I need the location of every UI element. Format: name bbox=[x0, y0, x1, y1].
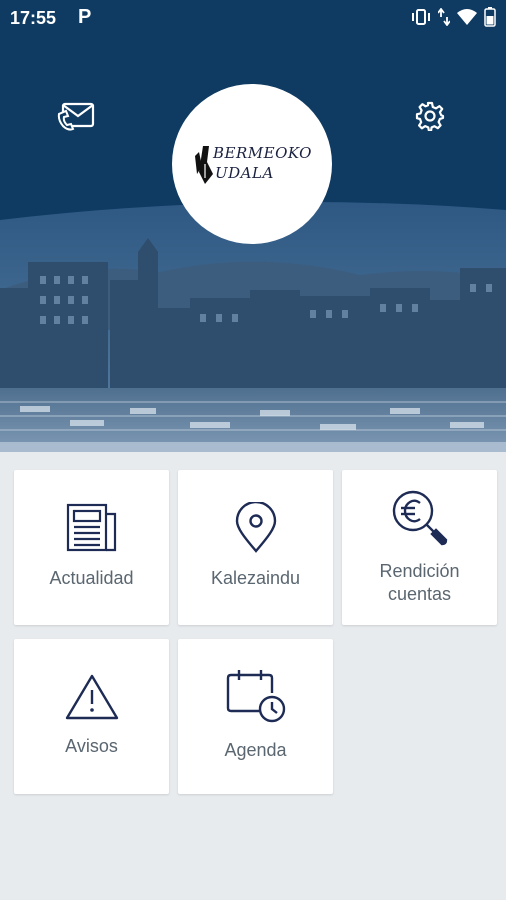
data-arrows-icon bbox=[438, 8, 450, 26]
tile-label: Agenda bbox=[224, 740, 287, 760]
parking-notification-icon: P bbox=[78, 6, 92, 28]
settings-button[interactable] bbox=[405, 93, 455, 143]
logo-emblem-icon bbox=[195, 146, 213, 184]
euro-search-icon bbox=[342, 488, 497, 546]
tile-label: Kalezaindu bbox=[210, 568, 301, 588]
logo-text-line2: UDALA bbox=[215, 164, 274, 182]
wifi-icon bbox=[456, 8, 478, 26]
location-pin-icon bbox=[178, 502, 333, 554]
warning-icon bbox=[14, 673, 169, 721]
tile-label: Actualidad bbox=[49, 568, 134, 588]
contact-button[interactable] bbox=[52, 93, 102, 143]
mail-phone-icon bbox=[57, 100, 97, 137]
tile-label-line1: Rendición bbox=[379, 561, 460, 581]
newspaper-icon bbox=[14, 502, 169, 554]
municipality-logo: BERMEOKO UDALA bbox=[172, 84, 332, 244]
status-bar: 17:55 P bbox=[0, 0, 506, 36]
vibrate-icon bbox=[410, 8, 432, 26]
app-header: 17:55 P BERMEOKO UDALA bbox=[0, 0, 506, 452]
battery-icon bbox=[484, 7, 496, 27]
tile-actualidad[interactable]: Actualidad bbox=[14, 470, 169, 625]
tile-label-line2: cuentas bbox=[387, 584, 452, 604]
tile-avisos[interactable]: Avisos bbox=[14, 639, 169, 794]
tile-rendicion-cuentas[interactable]: Rendición cuentas bbox=[342, 470, 497, 625]
status-time: 17:55 bbox=[10, 8, 57, 28]
tile-kalezaindu[interactable]: Kalezaindu bbox=[178, 470, 333, 625]
tile-label: Avisos bbox=[65, 736, 118, 756]
logo-text-line1: BERMEOKO bbox=[213, 144, 312, 162]
tile-agenda[interactable]: Agenda bbox=[178, 639, 333, 794]
calendar-clock-icon bbox=[178, 669, 333, 725]
gear-icon bbox=[415, 101, 445, 136]
